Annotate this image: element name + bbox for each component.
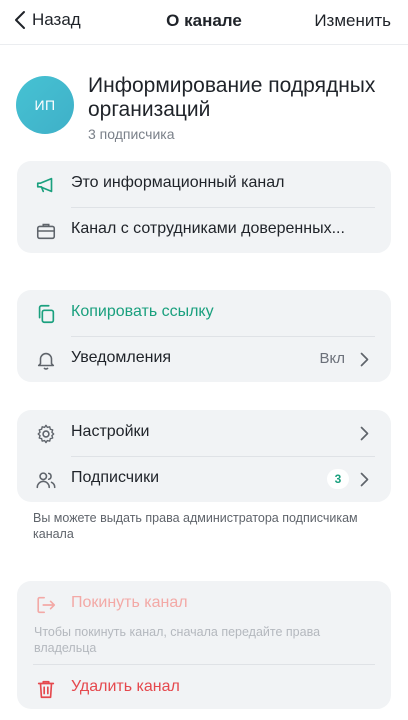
exit-icon <box>37 596 56 614</box>
edit-button[interactable]: Изменить <box>314 11 391 31</box>
subscriber-count: 3 подписчика <box>88 126 175 142</box>
subscribers-count-badge: 3 <box>327 469 349 489</box>
trash-icon <box>37 680 55 699</box>
channel-type-row: Это информационный канал <box>17 161 391 207</box>
chevron-left-icon <box>15 11 25 29</box>
copy-icon <box>38 304 55 324</box>
subscribers-row[interactable]: Подписчики 3 <box>17 456 391 502</box>
chevron-right-icon <box>360 426 369 441</box>
copy-link-row[interactable]: Копировать ссылку <box>17 290 391 336</box>
leave-channel-label: Покинуть канал <box>71 594 188 611</box>
notifications-row[interactable]: Уведомления Вкл <box>17 336 391 382</box>
channel-info-card: Это информационный канал Канал с сотрудн… <box>17 161 391 253</box>
delete-channel-label: Удалить канал <box>71 678 180 695</box>
channel-name: Информирование подрядных организаций <box>88 74 376 121</box>
manage-card: Настройки Подписчики 3 <box>17 410 391 502</box>
channel-avatar[interactable]: ИП <box>16 76 74 134</box>
people-icon <box>36 472 56 489</box>
notifications-value: Вкл <box>319 350 346 367</box>
gear-icon <box>37 424 55 444</box>
back-label: Назад <box>32 10 81 29</box>
megaphone-icon <box>36 177 53 193</box>
settings-row[interactable]: Настройки <box>17 410 391 456</box>
channel-members-label: Канал с сотрудниками доверенных... <box>71 220 345 237</box>
top-bar: Назад О канале Изменить <box>0 0 408 45</box>
copy-link-label: Копировать ссылку <box>71 303 214 320</box>
settings-label: Настройки <box>71 423 150 440</box>
back-button[interactable]: Назад <box>14 10 81 30</box>
leave-channel-row: Покинуть канал <box>17 581 391 627</box>
subscribers-label: Подписчики <box>71 469 160 486</box>
bell-icon <box>37 352 55 370</box>
actions-card: Копировать ссылку Уведомления Вкл <box>17 290 391 382</box>
page-title: О канале <box>166 11 242 30</box>
channel-header: ИП Информирование подрядных организаций … <box>16 74 396 144</box>
notifications-label: Уведомления <box>71 349 172 366</box>
channel-members-row[interactable]: Канал с сотрудниками доверенных... <box>17 207 391 253</box>
delete-channel-row[interactable]: Удалить канал <box>17 665 391 711</box>
briefcase-icon <box>36 223 56 240</box>
chevron-right-icon <box>360 352 369 367</box>
admin-rights-hint: Вы можете выдать права администратора по… <box>33 511 358 541</box>
leave-channel-hint: Чтобы покинуть канал, сначала передайте … <box>34 625 321 655</box>
channel-type-label: Это информационный канал <box>71 174 285 191</box>
chevron-right-icon <box>360 472 369 487</box>
